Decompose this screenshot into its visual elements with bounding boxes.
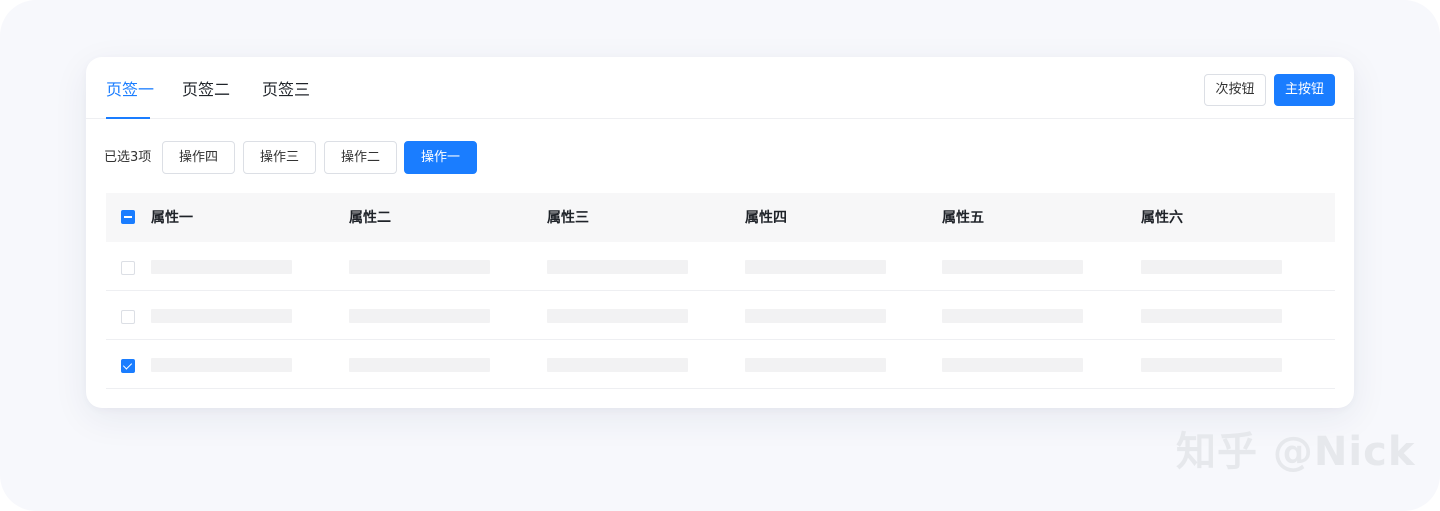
skeleton-cell xyxy=(745,358,886,372)
skeleton-cell xyxy=(547,260,688,274)
table-row[interactable] xyxy=(106,291,1335,340)
watermark: 知乎 @Nick xyxy=(1176,429,1416,475)
skeleton-cell xyxy=(151,309,292,323)
column-header: 属性一 xyxy=(151,210,193,226)
row-checkbox-checked[interactable] xyxy=(121,359,135,373)
table-row[interactable] xyxy=(106,242,1335,291)
operation-4-button[interactable]: 操作四 xyxy=(162,141,235,174)
operation-3-button[interactable]: 操作三 xyxy=(243,141,316,174)
skeleton-cell xyxy=(151,358,292,372)
column-header: 属性三 xyxy=(547,210,589,226)
skeleton-cell xyxy=(349,309,490,323)
operation-1-button[interactable]: 操作一 xyxy=(404,141,477,174)
skeleton-cell xyxy=(547,309,688,323)
skeleton-cell xyxy=(745,260,886,274)
skeleton-cell xyxy=(942,309,1083,323)
skeleton-cell xyxy=(349,358,490,372)
table-row[interactable] xyxy=(106,340,1335,389)
column-header: 属性四 xyxy=(745,210,787,226)
table-card: 页签一 页签二 页签三 次按钮 主按钮 已选3项 操作四 操作三 操作二 操作一… xyxy=(86,57,1354,408)
primary-button[interactable]: 主按钮 xyxy=(1274,74,1335,106)
column-header: 属性五 xyxy=(942,210,984,226)
skeleton-cell xyxy=(1141,358,1282,372)
table-header: 属性一 属性二 属性三 属性四 属性五 属性六 xyxy=(106,193,1335,242)
tab-2[interactable]: 页签二 xyxy=(182,79,230,101)
tabs-bar: 页签一 页签二 页签三 次按钮 主按钮 xyxy=(86,57,1354,119)
skeleton-cell xyxy=(1141,309,1282,323)
skeleton-cell xyxy=(942,358,1083,372)
secondary-button[interactable]: 次按钮 xyxy=(1204,74,1266,106)
skeleton-cell xyxy=(151,260,292,274)
selected-count-label: 已选3项 xyxy=(104,150,152,165)
data-table: 属性一 属性二 属性三 属性四 属性五 属性六 xyxy=(106,193,1335,389)
column-header: 属性二 xyxy=(349,210,391,226)
row-checkbox[interactable] xyxy=(121,310,135,324)
skeleton-cell xyxy=(547,358,688,372)
operation-2-button[interactable]: 操作二 xyxy=(324,141,397,174)
skeleton-cell xyxy=(745,309,886,323)
skeleton-cell xyxy=(349,260,490,274)
skeleton-cell xyxy=(942,260,1083,274)
row-checkbox[interactable] xyxy=(121,261,135,275)
select-all-checkbox[interactable] xyxy=(121,210,135,224)
active-tab-indicator xyxy=(106,117,150,119)
column-header: 属性六 xyxy=(1141,210,1183,226)
skeleton-cell xyxy=(1141,260,1282,274)
tab-3[interactable]: 页签三 xyxy=(262,79,310,101)
tab-1[interactable]: 页签一 xyxy=(106,79,154,101)
